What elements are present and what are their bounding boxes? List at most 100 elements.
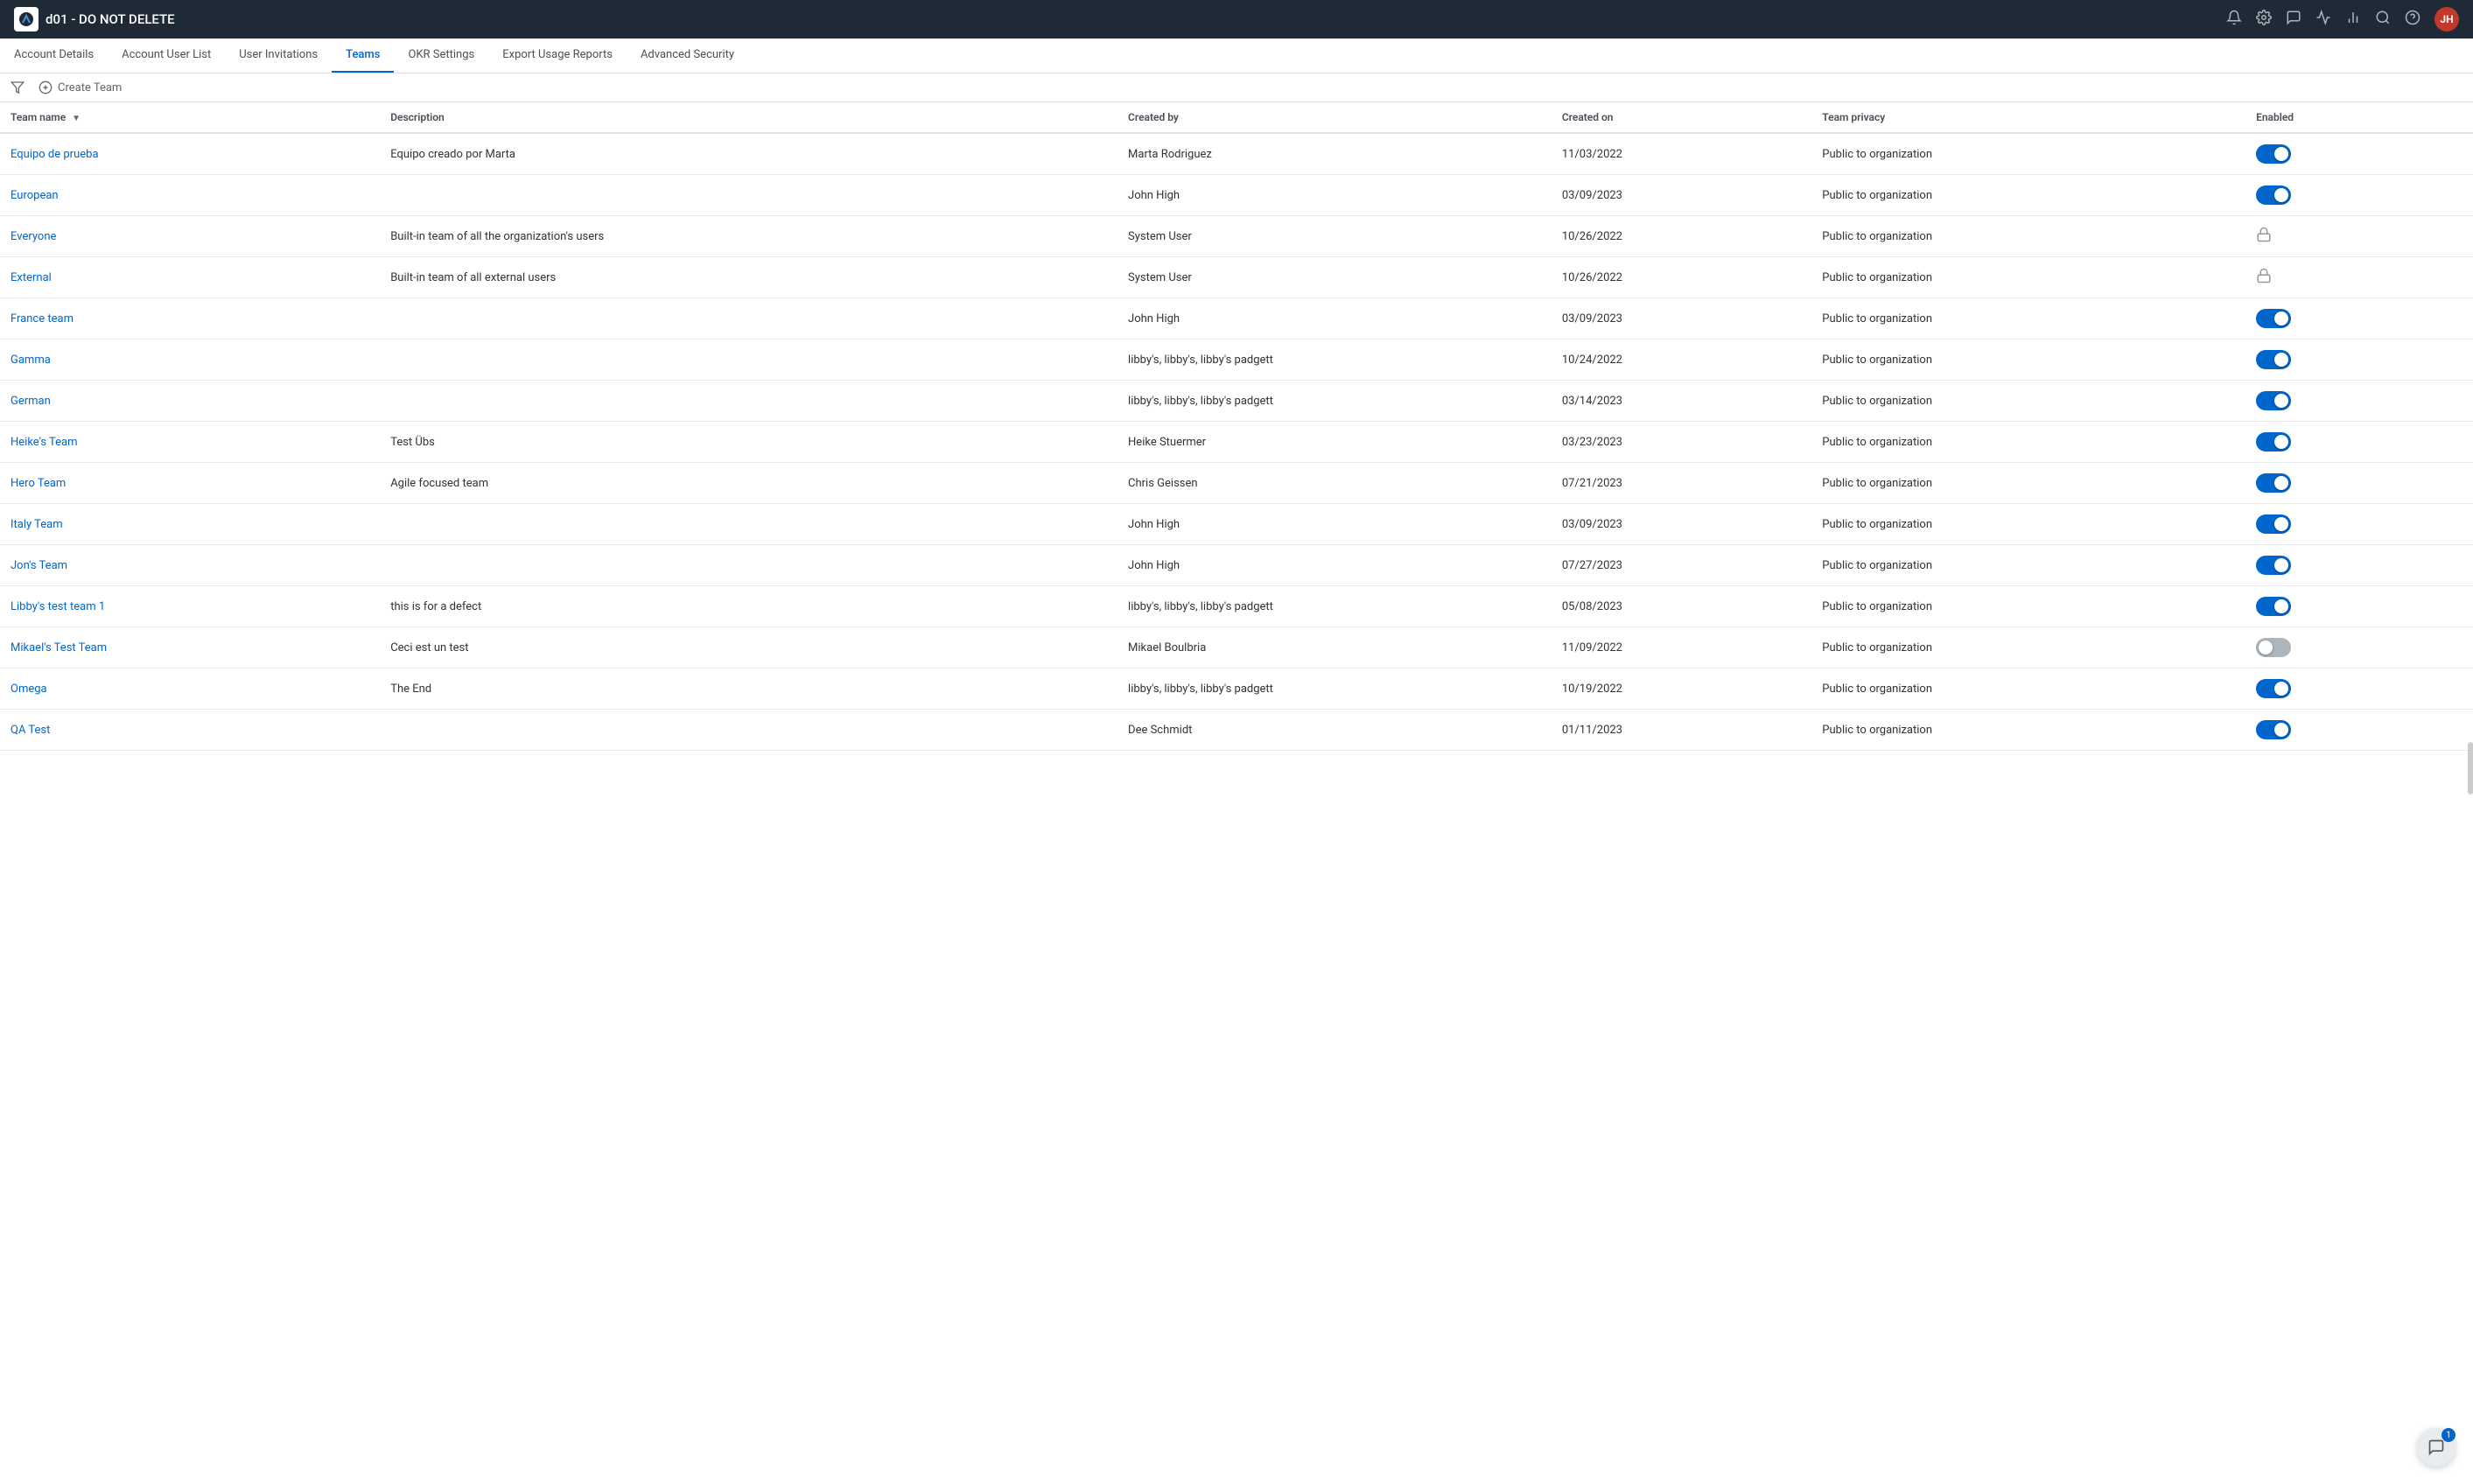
cell-team-name[interactable]: German <box>0 381 390 422</box>
table-row: German libby's, libby's, libby's padgett0… <box>0 381 2473 422</box>
subnav-account-user-list[interactable]: Account User List <box>108 38 225 73</box>
cell-created-by: libby's, libby's, libby's padgett <box>1128 381 1562 422</box>
cell-team-name[interactable]: France team <box>0 298 390 340</box>
toggle-switch[interactable] <box>2256 514 2291 534</box>
analytics-icon[interactable] <box>2315 10 2331 29</box>
cell-team-name[interactable]: Heike's Team <box>0 422 390 463</box>
messages-icon[interactable] <box>2286 10 2301 29</box>
toggle-switch[interactable] <box>2256 638 2291 657</box>
table-row: Hero TeamAgile focused teamChris Geissen… <box>0 463 2473 504</box>
table-row: QA TestDee Schmidt01/11/2023Public to or… <box>0 710 2473 751</box>
toggle-switch[interactable] <box>2256 391 2291 410</box>
cell-description <box>390 340 1128 381</box>
cell-enabled[interactable] <box>2256 133 2473 175</box>
cell-enabled[interactable] <box>2256 627 2473 668</box>
cell-description <box>390 504 1128 545</box>
cell-description: Equipo creado por Marta <box>390 133 1128 175</box>
toggle-switch[interactable] <box>2256 186 2291 205</box>
cell-description: Built-in team of all external users <box>390 257 1128 298</box>
cell-created-on: 10/24/2022 <box>1562 340 1822 381</box>
cell-created-on: 11/09/2022 <box>1562 627 1822 668</box>
cell-created-on: 03/14/2023 <box>1562 381 1822 422</box>
cell-enabled[interactable] <box>2256 504 2473 545</box>
subnav-user-invitations[interactable]: User Invitations <box>225 38 332 73</box>
cell-team-name[interactable]: Libby's test team 1 <box>0 586 390 627</box>
lock-icon <box>2256 229 2272 246</box>
cell-team-privacy: Public to organization <box>1822 463 2256 504</box>
cell-description: this is for a defect <box>390 586 1128 627</box>
cell-description <box>390 710 1128 751</box>
cell-team-privacy: Public to organization <box>1822 298 2256 340</box>
chat-button[interactable]: 1 <box>2417 1428 2455 1466</box>
table-row: Gammalibby's, libby's, libby's padgett10… <box>0 340 2473 381</box>
cell-enabled[interactable] <box>2256 586 2473 627</box>
cell-enabled[interactable] <box>2256 710 2473 751</box>
lock-icon <box>2256 270 2272 287</box>
top-bar-right: JH <box>2226 7 2459 32</box>
cell-enabled[interactable] <box>2256 668 2473 710</box>
search-icon[interactable] <box>2375 10 2391 29</box>
cell-team-privacy: Public to organization <box>1822 586 2256 627</box>
cell-team-name[interactable]: Everyone <box>0 216 390 257</box>
chat-badge: 1 <box>2441 1428 2455 1442</box>
logo-area: d01 - DO NOT DELETE <box>14 7 175 32</box>
cell-created-on: 10/19/2022 <box>1562 668 1822 710</box>
toolbar: Create Team <box>0 74 2473 102</box>
cell-created-by: Mikael Boulbria <box>1128 627 1562 668</box>
cell-enabled[interactable] <box>2256 545 2473 586</box>
filter-button[interactable] <box>11 80 25 94</box>
planview-logo[interactable] <box>14 7 39 32</box>
col-header-team-name[interactable]: Team name ▼ <box>0 102 390 133</box>
cell-team-name[interactable]: Jon's Team <box>0 545 390 586</box>
cell-team-name[interactable]: Gamma <box>0 340 390 381</box>
toggle-switch[interactable] <box>2256 144 2291 164</box>
cell-description: Ceci est un test <box>390 627 1128 668</box>
sort-icon: ▼ <box>72 114 81 123</box>
chart-icon[interactable] <box>2345 10 2361 29</box>
toggle-switch[interactable] <box>2256 309 2291 328</box>
cell-team-name[interactable]: Equipo de prueba <box>0 133 390 175</box>
cell-description <box>390 381 1128 422</box>
cell-team-name[interactable]: European <box>0 175 390 216</box>
cell-team-name[interactable]: Mikael's Test Team <box>0 627 390 668</box>
cell-created-on: 01/11/2023 <box>1562 710 1822 751</box>
cell-enabled[interactable] <box>2256 422 2473 463</box>
help-icon[interactable] <box>2405 10 2420 29</box>
settings-icon[interactable] <box>2256 10 2272 29</box>
cell-description <box>390 545 1128 586</box>
cell-enabled[interactable] <box>2256 381 2473 422</box>
create-team-button[interactable]: Create Team <box>39 80 122 94</box>
subnav-advanced-security[interactable]: Advanced Security <box>627 38 748 73</box>
subnav-account-details[interactable]: Account Details <box>0 38 108 73</box>
col-header-team-privacy: Team privacy <box>1822 102 2256 133</box>
cell-team-name[interactable]: QA Test <box>0 710 390 751</box>
toggle-switch[interactable] <box>2256 597 2291 616</box>
toggle-switch[interactable] <box>2256 720 2291 739</box>
top-bar: d01 - DO NOT DELETE JH <box>0 0 2473 38</box>
cell-team-name[interactable]: External <box>0 257 390 298</box>
toggle-switch[interactable] <box>2256 432 2291 452</box>
cell-enabled[interactable] <box>2256 298 2473 340</box>
notification-icon[interactable] <box>2226 10 2242 29</box>
cell-team-name[interactable]: Omega <box>0 668 390 710</box>
toggle-switch[interactable] <box>2256 350 2291 369</box>
subnav-export-usage-reports[interactable]: Export Usage Reports <box>488 38 627 73</box>
toggle-switch[interactable] <box>2256 679 2291 698</box>
col-header-created-by: Created by <box>1128 102 1562 133</box>
cell-team-privacy: Public to organization <box>1822 422 2256 463</box>
cell-team-name[interactable]: Hero Team <box>0 463 390 504</box>
toggle-switch[interactable] <box>2256 556 2291 575</box>
subnav-okr-settings[interactable]: OKR Settings <box>394 38 488 73</box>
cell-created-by: John High <box>1128 504 1562 545</box>
toggle-switch[interactable] <box>2256 473 2291 493</box>
cell-team-privacy: Public to organization <box>1822 545 2256 586</box>
avatar[interactable]: JH <box>2434 7 2459 32</box>
cell-enabled[interactable] <box>2256 175 2473 216</box>
cell-description <box>390 175 1128 216</box>
col-header-enabled: Enabled <box>2256 102 2473 133</box>
cell-created-by: Heike Stuermer <box>1128 422 1562 463</box>
cell-enabled[interactable] <box>2256 340 2473 381</box>
cell-enabled[interactable] <box>2256 463 2473 504</box>
cell-team-name[interactable]: Italy Team <box>0 504 390 545</box>
subnav-teams[interactable]: Teams <box>332 38 394 73</box>
